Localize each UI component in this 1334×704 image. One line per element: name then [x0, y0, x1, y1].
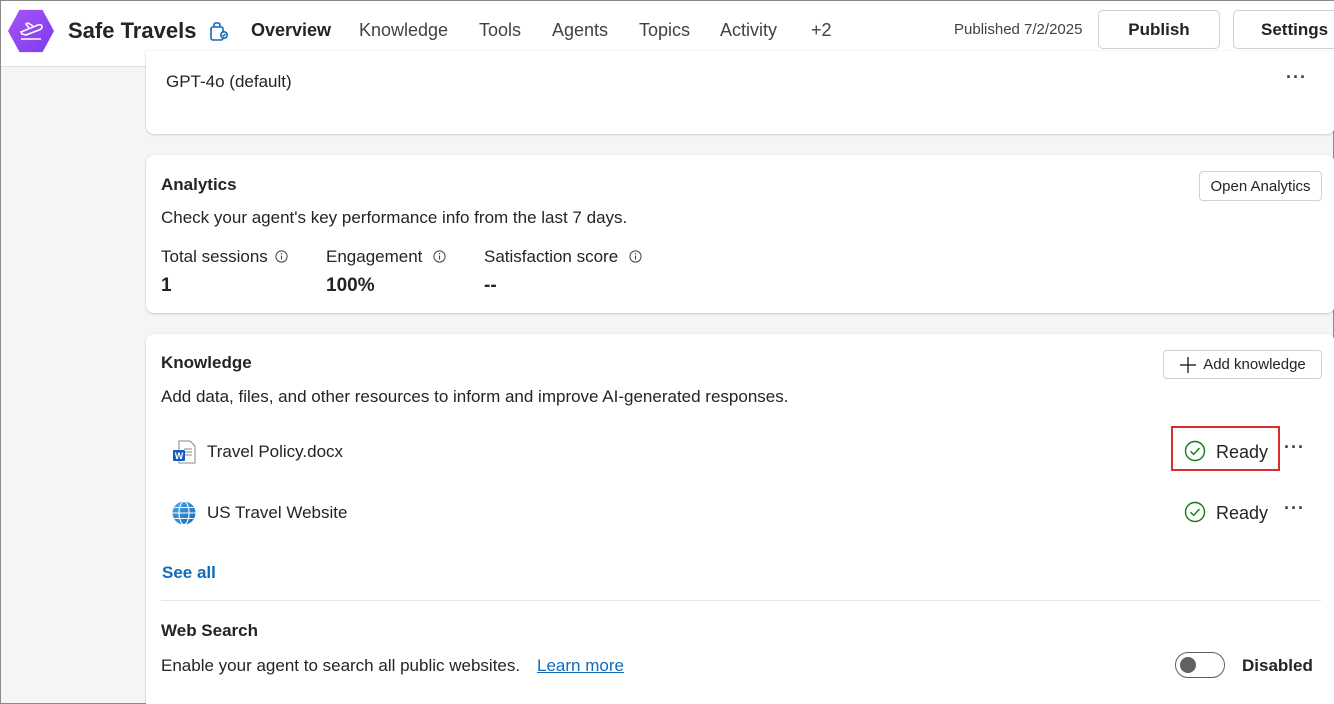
toggle-knob — [1180, 657, 1196, 673]
tab-more-overflow[interactable]: +2 — [811, 20, 832, 41]
section-divider — [161, 600, 1321, 601]
open-analytics-button[interactable]: Open Analytics — [1199, 171, 1322, 201]
tab-overview[interactable]: Overview — [251, 20, 331, 41]
checkmark-circle-icon — [1184, 501, 1206, 523]
see-all-link[interactable]: See all — [162, 563, 216, 583]
knowledge-title: Knowledge — [161, 353, 252, 372]
add-knowledge-label: Add knowledge — [1203, 356, 1306, 373]
info-icon[interactable] — [433, 250, 446, 263]
analytics-description: Check your agent's key performance info … — [161, 208, 628, 227]
globe-icon — [172, 500, 196, 526]
svg-text:W: W — [175, 451, 184, 461]
status-badge: Ready — [1216, 442, 1269, 462]
learn-more-link[interactable]: Learn more — [537, 656, 624, 676]
analytics-card — [146, 155, 1334, 313]
publish-button[interactable]: Publish — [1098, 10, 1220, 49]
web-search-toggle[interactable] — [1175, 652, 1225, 678]
web-search-title: Web Search — [161, 621, 259, 640]
toggle-state-label: Disabled — [1242, 656, 1313, 675]
tab-topics[interactable]: Topics — [639, 20, 690, 41]
knowledge-description: Add data, files, and other resources to … — [161, 387, 789, 406]
plus-icon — [1180, 356, 1197, 373]
tab-tools[interactable]: Tools — [479, 20, 521, 41]
published-status: Published 7/2/2025 — [954, 21, 1083, 38]
model-card — [146, 51, 1334, 134]
metric-value-total-sessions: 1 — [161, 275, 172, 296]
tab-knowledge[interactable]: Knowledge — [359, 20, 448, 41]
knowledge-item-name[interactable]: Travel Policy.docx — [207, 442, 343, 462]
knowledge-item-more-button[interactable]: ··· — [1284, 498, 1305, 519]
info-icon[interactable] — [275, 250, 288, 263]
analytics-title: Analytics — [161, 175, 237, 194]
agent-title: Safe Travels — [68, 18, 197, 43]
agent-logo-icon[interactable] — [8, 9, 54, 53]
knowledge-item-more-button[interactable]: ··· — [1284, 437, 1305, 458]
model-more-button[interactable]: ··· — [1286, 67, 1307, 88]
tab-activity[interactable]: Activity — [720, 20, 777, 41]
web-search-description: Enable your agent to search all public w… — [161, 656, 521, 675]
edit-agent-icon[interactable] — [207, 20, 231, 44]
info-icon[interactable] — [629, 250, 642, 263]
metric-value-satisfaction: -- — [484, 275, 497, 296]
metric-label-engagement: Engagement — [326, 247, 423, 266]
tab-agents[interactable]: Agents — [552, 20, 608, 41]
knowledge-item-name[interactable]: US Travel Website — [207, 503, 347, 523]
add-knowledge-button[interactable]: Add knowledge — [1163, 350, 1322, 379]
metric-value-engagement: 100% — [326, 275, 375, 296]
metric-label-satisfaction: Satisfaction score — [484, 247, 619, 266]
status-badge: Ready — [1216, 503, 1269, 523]
settings-button[interactable]: Settings — [1233, 10, 1334, 49]
metric-label-total-sessions: Total sessions — [161, 247, 268, 266]
word-doc-icon: W — [173, 440, 196, 464]
model-value: GPT-4o (default) — [166, 72, 292, 91]
checkmark-circle-icon — [1184, 440, 1206, 462]
